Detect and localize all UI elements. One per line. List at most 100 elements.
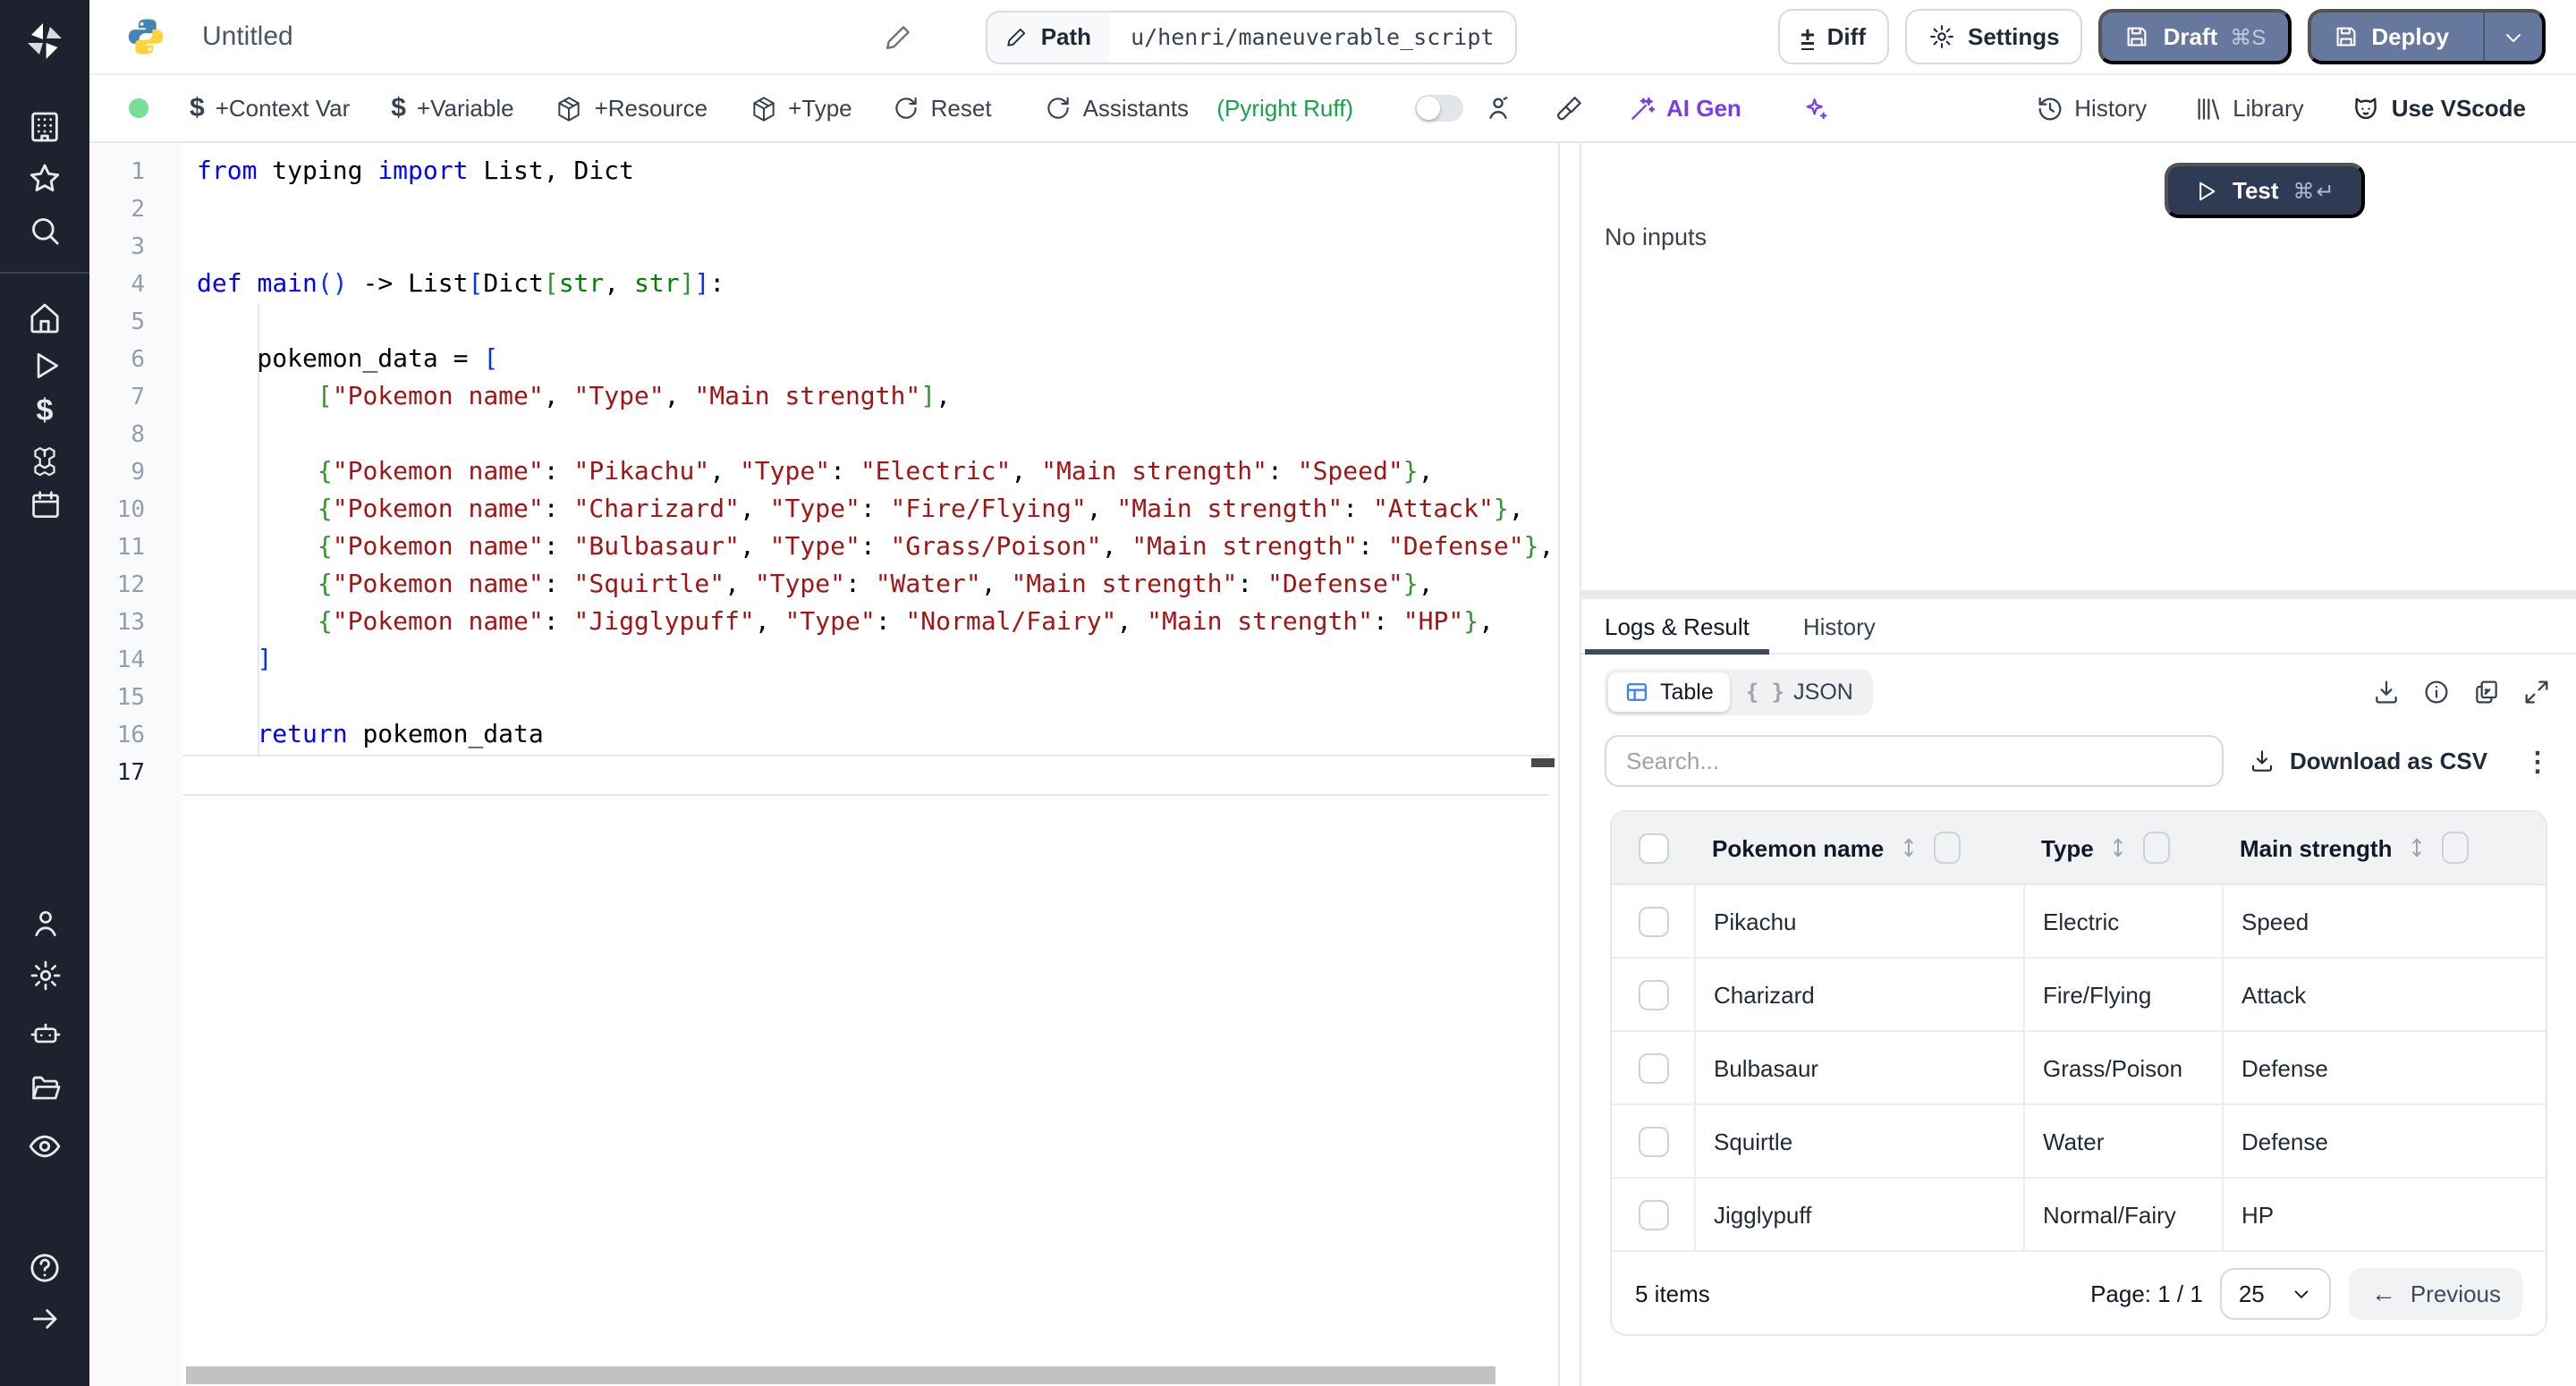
tab-history[interactable]: History	[1803, 599, 1876, 653]
row-checkbox[interactable]	[1638, 1199, 1668, 1230]
use-vscode-button[interactable]: Use VScode	[2351, 93, 2526, 123]
runs-icon[interactable]	[25, 345, 64, 385]
view-table-button[interactable]: Table	[1608, 672, 1730, 712]
code-content[interactable]: from typing import List, Dict def main() …	[182, 154, 1558, 792]
path-field[interactable]: Path u/henri/maneuverable_script	[986, 10, 1518, 63]
code-line[interactable]: ["Pokemon name", "Type", "Main strength"…	[197, 379, 1558, 417]
tab-logs-result[interactable]: Logs & Result	[1605, 599, 1750, 653]
line-number: 6	[89, 342, 145, 379]
code-line[interactable]	[197, 417, 1558, 454]
view-json-button[interactable]: { } JSON	[1730, 680, 1869, 705]
windmill-logo[interactable]	[21, 18, 68, 64]
reset-button[interactable]: Reset	[894, 95, 992, 122]
sort-icon[interactable]	[1896, 835, 1921, 860]
code-line[interactable]	[197, 229, 1558, 266]
editor-toolbar: $+Context Var $+Variable +Resource +Type…	[89, 75, 2576, 143]
collapse-sidebar-icon[interactable]	[25, 1298, 64, 1338]
code-line[interactable]: {"Pokemon name": "Squirtle", "Type": "Wa…	[197, 567, 1558, 604]
sparkles-icon[interactable]	[1802, 94, 1831, 123]
row-checkbox[interactable]	[1638, 979, 1668, 1010]
add-context-var-button[interactable]: $+Context Var	[190, 93, 350, 123]
page-indicator: Page: 1 / 1	[2090, 1280, 2203, 1306]
code-line[interactable]: {"Pokemon name": "Charizard", "Type": "F…	[197, 492, 1558, 529]
code-line[interactable]	[197, 304, 1558, 342]
add-variable-button[interactable]: $+Variable	[391, 93, 513, 123]
add-type-button[interactable]: +Type	[749, 94, 852, 123]
code-line[interactable]	[197, 755, 1558, 792]
page-size-select[interactable]: 25	[2221, 1267, 2332, 1319]
code-line[interactable]	[197, 191, 1558, 229]
audit-logs-icon[interactable]	[25, 1127, 64, 1166]
assistant-toggle[interactable]	[1414, 95, 1462, 122]
horizontal-splitter[interactable]	[1581, 590, 2576, 599]
code-line[interactable]: pokemon_data = [	[197, 342, 1558, 379]
download-result-icon[interactable]	[2372, 678, 2401, 706]
resources-icon[interactable]	[25, 440, 64, 479]
horizontal-scrollbar[interactable]	[186, 1366, 1496, 1384]
code-line[interactable]	[197, 680, 1558, 717]
settings-button[interactable]: Settings	[1905, 9, 2083, 64]
column-filter-pill[interactable]	[2442, 832, 2469, 864]
search-icon[interactable]	[25, 211, 64, 250]
code-line[interactable]: {"Pokemon name": "Jigglypuff", "Type": "…	[197, 604, 1558, 642]
test-button[interactable]: Test ⌘↵	[2165, 163, 2365, 218]
settings-gear-icon[interactable]	[25, 955, 64, 994]
favorites-icon[interactable]	[25, 159, 64, 199]
deploy-button[interactable]: Deploy	[2307, 9, 2546, 64]
previous-page-button[interactable]: ← Previous	[2350, 1267, 2522, 1319]
no-inputs-label: No inputs	[1605, 224, 1707, 250]
deploy-options-chevron[interactable]	[2483, 13, 2542, 61]
table-row[interactable]: PikachuElectricSpeed	[1612, 885, 2546, 959]
line-number: 15	[89, 680, 145, 717]
row-checkbox[interactable]	[1638, 1052, 1668, 1083]
column-filter-pill[interactable]	[1934, 832, 1961, 864]
assistants-button[interactable]: Assistants (Pyright Ruff)	[1046, 95, 1353, 122]
switch-user-icon[interactable]	[1482, 93, 1513, 123]
code-line[interactable]: {"Pokemon name": "Pikachu", "Type": "Ele…	[197, 454, 1558, 492]
column-header[interactable]: Pokemon name	[1694, 812, 2023, 883]
column-filter-pill[interactable]	[2144, 832, 2171, 864]
edit-title-pencil-icon[interactable]	[884, 21, 914, 52]
folders-icon[interactable]	[25, 1068, 64, 1107]
panel-splitter[interactable]	[1560, 143, 1580, 1386]
variables-icon[interactable]: $	[25, 392, 64, 431]
row-checkbox[interactable]	[1638, 1126, 1668, 1156]
diff-button[interactable]: ± Diff	[1777, 9, 1889, 64]
line-number: 16	[89, 717, 145, 755]
column-header[interactable]: Main strength	[2222, 812, 2546, 883]
draft-button[interactable]: Draft ⌘S	[2099, 9, 2292, 64]
format-brush-icon[interactable]	[1554, 94, 1582, 123]
home-icon[interactable]	[25, 299, 64, 338]
package-icon	[555, 94, 584, 123]
download-csv-button[interactable]: Download as CSV	[2249, 748, 2487, 774]
select-all-checkbox[interactable]	[1638, 832, 1668, 863]
code-line[interactable]: {"Pokemon name": "Bulbasaur", "Type": "G…	[197, 529, 1558, 567]
search-input[interactable]	[1605, 735, 2224, 787]
workers-icon[interactable]	[25, 1014, 64, 1053]
table-menu-kebab[interactable]: ⋮	[2524, 745, 2551, 777]
table-row[interactable]: BulbasaurGrass/PoisonDefense	[1612, 1032, 2546, 1105]
sort-icon[interactable]	[2106, 835, 2131, 860]
history-button[interactable]: History	[2035, 94, 2147, 123]
code-line[interactable]: from typing import List, Dict	[197, 154, 1558, 191]
add-resource-button[interactable]: +Resource	[555, 94, 708, 123]
column-header[interactable]: Type	[2023, 812, 2222, 883]
help-icon[interactable]	[25, 1248, 64, 1288]
info-icon[interactable]	[2422, 678, 2451, 706]
copy-result-icon[interactable]	[2472, 678, 2501, 706]
library-button[interactable]: Library	[2193, 94, 2304, 123]
users-icon[interactable]	[25, 903, 64, 942]
code-line[interactable]: ]	[197, 642, 1558, 680]
code-line[interactable]: def main() -> List[Dict[str, str]]:	[197, 266, 1558, 304]
table-row[interactable]: CharizardFire/FlyingAttack	[1612, 959, 2546, 1032]
ai-gen-button[interactable]: AI Gen	[1627, 94, 1741, 123]
schedules-icon[interactable]	[25, 485, 64, 524]
workspace-icon[interactable]	[25, 107, 64, 147]
row-checkbox[interactable]	[1638, 906, 1668, 936]
expand-icon[interactable]	[2522, 678, 2551, 706]
table-row[interactable]: JigglypuffNormal/FairyHP	[1612, 1179, 2546, 1252]
sort-icon[interactable]	[2404, 835, 2429, 860]
code-editor[interactable]: 1234567891011121314151617 from typing im…	[89, 143, 1560, 1386]
code-line[interactable]: return pokemon_data	[197, 717, 1558, 755]
table-row[interactable]: SquirtleWaterDefense	[1612, 1105, 2546, 1179]
